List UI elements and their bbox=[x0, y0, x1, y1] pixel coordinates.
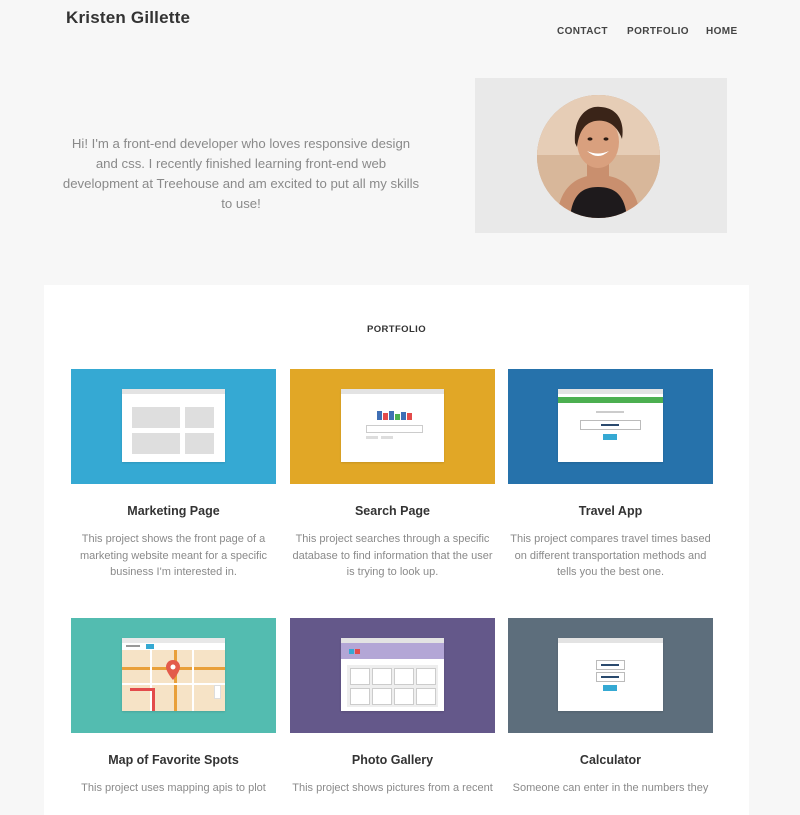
browser-mockup-icon bbox=[122, 389, 225, 462]
project-description: This project uses mapping apis to plot bbox=[81, 782, 266, 794]
portfolio-section: PORTFOLIO Marketing Page This project sh… bbox=[44, 285, 749, 815]
marketing-page-thumbnail[interactable] bbox=[71, 369, 276, 484]
photo-gallery-thumbnail[interactable] bbox=[290, 618, 495, 733]
project-description: Someone can enter in the numbers they bbox=[512, 782, 709, 794]
project-card-travel-app[interactable]: Travel App This project compares travel … bbox=[508, 369, 713, 581]
profile-photo-box bbox=[475, 78, 727, 233]
project-title: Travel App bbox=[578, 504, 643, 518]
avatar bbox=[537, 95, 660, 218]
project-title: Search Page bbox=[354, 504, 431, 518]
project-title: Map of Favorite Spots bbox=[108, 753, 239, 767]
browser-mockup-icon bbox=[558, 638, 663, 711]
calculator-thumbnail[interactable] bbox=[508, 618, 713, 733]
map-thumbnail[interactable] bbox=[71, 618, 276, 733]
search-page-thumbnail[interactable] bbox=[290, 369, 495, 484]
project-title: Calculator bbox=[579, 753, 642, 767]
portfolio-heading: PORTFOLIO bbox=[366, 324, 426, 335]
browser-mockup-icon bbox=[341, 389, 444, 462]
project-card-marketing-page[interactable]: Marketing Page This project shows the fr… bbox=[71, 369, 276, 581]
nav-portfolio[interactable]: PORTFOLIO bbox=[627, 26, 689, 37]
project-description: This project compares travel times based… bbox=[510, 533, 711, 578]
map-mockup-icon bbox=[122, 638, 225, 711]
project-description: This project shows the front page of a m… bbox=[79, 533, 268, 578]
nav-contact[interactable]: CONTACT bbox=[557, 26, 608, 37]
project-title: Photo Gallery bbox=[351, 753, 434, 767]
project-card-search-page[interactable]: Search Page This project searches throug… bbox=[290, 369, 495, 581]
travel-app-thumbnail[interactable] bbox=[508, 369, 713, 484]
browser-mockup-icon bbox=[558, 389, 663, 462]
intro-text: Hi! I'm a front-end developer who loves … bbox=[62, 136, 420, 212]
project-card-calculator[interactable]: Calculator Someone can enter in the numb… bbox=[508, 618, 713, 797]
project-card-map-of-favorite-spots[interactable]: Map of Favorite Spots This project uses … bbox=[71, 618, 276, 797]
project-description: This project shows pictures from a recen… bbox=[292, 782, 493, 794]
map-pin-icon bbox=[166, 660, 180, 680]
project-title: Marketing Page bbox=[127, 504, 220, 518]
avatar-image bbox=[537, 95, 660, 218]
main-nav: CONTACT PORTFOLIO HOME bbox=[0, 26, 800, 40]
nav-home[interactable]: HOME bbox=[706, 26, 738, 37]
gallery-mockup-icon bbox=[341, 638, 444, 711]
project-card-photo-gallery[interactable]: Photo Gallery This project shows picture… bbox=[290, 618, 495, 797]
site-title[interactable]: Kristen Gillette bbox=[66, 8, 190, 28]
project-description: This project searches through a specific… bbox=[292, 533, 493, 578]
